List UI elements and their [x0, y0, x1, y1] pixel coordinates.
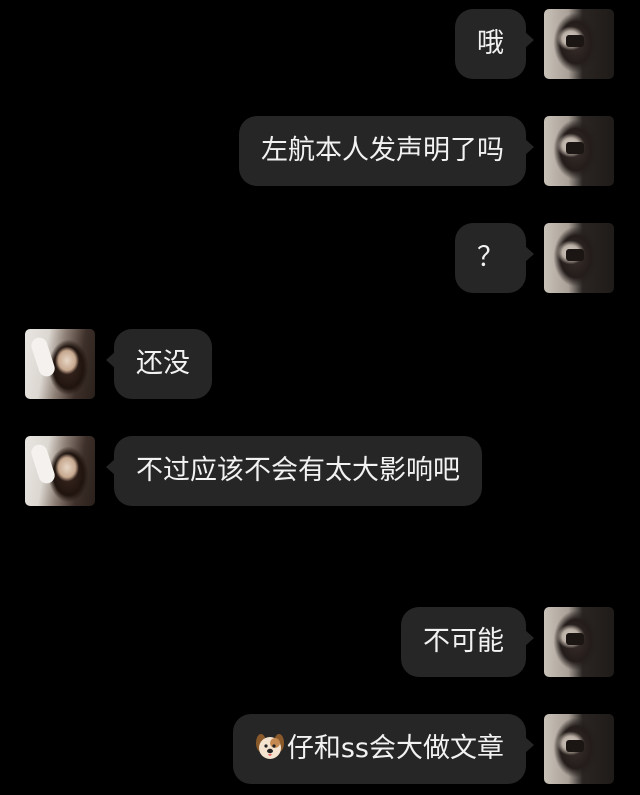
message-text: 哦	[477, 28, 504, 59]
my-avatar[interactable]	[544, 714, 614, 784]
message-bubble[interactable]: 哦	[455, 9, 526, 79]
bubble-tail	[525, 737, 534, 753]
my-avatar[interactable]	[544, 116, 614, 186]
bubble-tail	[525, 630, 534, 646]
bubble-tail	[525, 246, 534, 262]
message-outgoing: 哦	[0, 8, 640, 80]
message-text: ？	[477, 242, 504, 273]
dog-face-icon	[255, 734, 284, 759]
message-bubble[interactable]: 仔和ss会大做文章	[232, 714, 526, 784]
message-incoming: 还没	[0, 328, 640, 400]
friend-avatar[interactable]	[25, 329, 95, 399]
message-bubble[interactable]: 还没	[114, 329, 212, 399]
bubble-tail	[525, 32, 534, 48]
message-text: 不可能	[423, 626, 504, 657]
message-text: 还没	[136, 348, 190, 379]
friend-avatar[interactable]	[25, 436, 95, 506]
message-incoming: 不过应该不会有太大影响吧	[0, 435, 640, 507]
my-avatar[interactable]	[544, 9, 614, 79]
message-text: 不过应该不会有太大影响吧	[136, 455, 460, 486]
chat-thread: 哦 左航本人发声明了吗 ？ 还没 不过应该不会有太大影响吧 不可能 仔和ss会大…	[0, 0, 640, 795]
message-outgoing: 仔和ss会大做文章	[0, 713, 640, 785]
message-bubble[interactable]: 左航本人发声明了吗	[239, 116, 526, 186]
my-avatar[interactable]	[544, 223, 614, 293]
my-avatar[interactable]	[544, 607, 614, 677]
message-bubble[interactable]: 不过应该不会有太大影响吧	[114, 436, 482, 506]
bubble-tail	[525, 139, 534, 155]
message-text: 仔和ss会大做文章	[286, 733, 504, 764]
message-bubble[interactable]: ？	[455, 223, 526, 293]
message-bubble[interactable]: 不可能	[401, 607, 526, 677]
message-outgoing: 左航本人发声明了吗	[0, 115, 640, 187]
message-outgoing: ？	[0, 222, 640, 294]
message-text: 左航本人发声明了吗	[261, 135, 504, 166]
message-outgoing: 不可能	[0, 606, 640, 678]
